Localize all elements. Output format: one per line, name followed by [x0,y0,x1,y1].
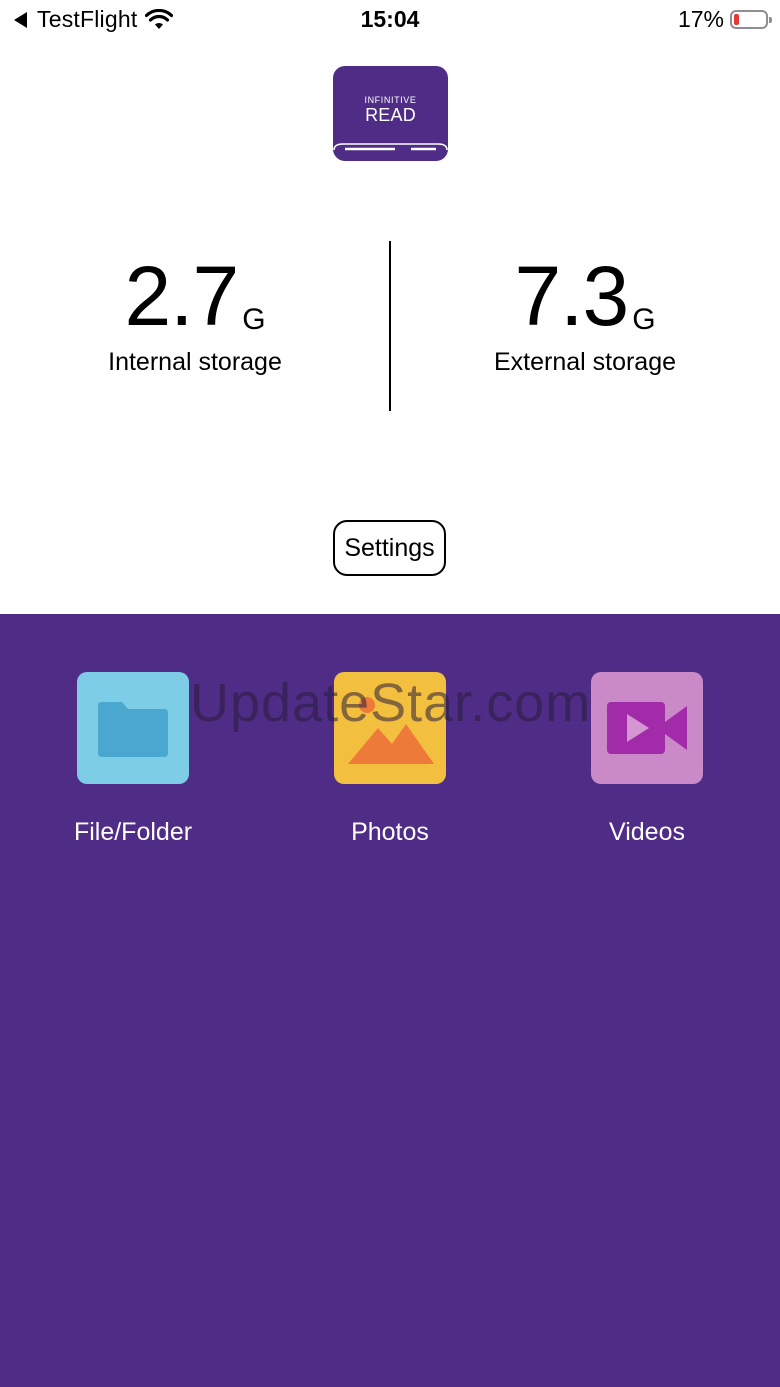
internal-storage-label: Internal storage [108,348,282,376]
external-storage-unit: G [632,303,656,336]
battery-percent: 17% [677,6,724,32]
external-storage-amount: 7.3 [514,249,629,343]
file-folder-tile[interactable]: File/Folder [3,672,263,847]
logo-drive-shape [333,143,448,151]
file-folder-label: File/Folder [73,818,193,846]
battery-fill [734,14,739,25]
videos-tile[interactable]: Videos [517,672,777,847]
photos-label: Photos [351,818,429,846]
folder-icon [77,672,189,784]
external-storage-info: 7.3 G External storage [390,250,780,377]
external-storage-label: External storage [493,348,677,376]
videos-label: Videos [609,818,685,846]
battery-status: 17% [677,6,772,33]
internal-storage-info: 2.7 G Internal storage [0,250,390,377]
battery-icon [730,10,772,29]
status-bar: TestFlight 15:04 17% [0,0,780,40]
video-camera-icon [591,672,703,784]
photos-tile[interactable]: Photos [260,672,520,847]
logo-product-line: READ [365,105,416,125]
settings-button[interactable]: Settings [333,520,446,576]
app-logo: INFINITIVE READ [333,66,448,161]
internal-storage-amount: 2.7 [124,249,239,343]
photo-icon [334,672,446,784]
status-time: 15:04 [360,6,420,32]
logo-brand-line: INFINITIVE [364,95,417,105]
media-panel: File/Folder Photos Videos UpdateStar.com [0,614,780,1387]
internal-storage-unit: G [242,303,266,336]
